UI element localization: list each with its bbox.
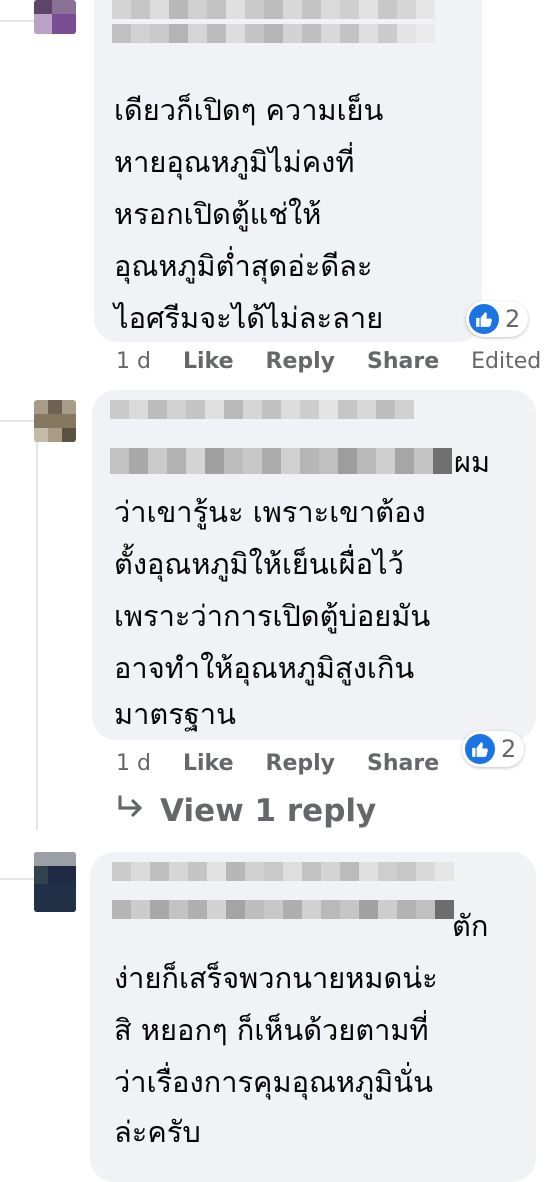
edited-label[interactable]: Edited <box>471 349 541 374</box>
comment-line: อุณหภูมิต่ำสุดอ่ะดีละ <box>114 249 373 283</box>
comment-line: ง่ายก็เสร็จพวกนายหมดน่ะ <box>114 961 438 995</box>
avatar[interactable] <box>34 0 76 34</box>
comment-bubble: เดียวก็เปิดๆ ความเย็น หายอุณหภูมิไม่คงที… <box>94 0 482 342</box>
comment-inline-word: ผม <box>454 445 491 479</box>
thread-line-top <box>0 20 34 22</box>
like-icon <box>469 304 499 334</box>
comment-actions: 1 d Like Reply Share Edited <box>116 349 541 374</box>
view-replies-button[interactable]: View 1 reply <box>116 793 376 829</box>
comment-line: ล่ะครับ <box>114 1115 201 1149</box>
commenter-name-blurred[interactable] <box>112 0 452 48</box>
thread-line-connector <box>0 420 34 422</box>
avatar[interactable] <box>34 400 76 442</box>
reply-button[interactable]: Reply <box>266 349 336 374</box>
comment-actions: 1 d Like Reply Share <box>116 751 471 776</box>
commenter-name-blurred[interactable] <box>110 400 414 438</box>
timestamp[interactable]: 1 d <box>116 349 151 374</box>
reply-button[interactable]: Reply <box>266 751 336 776</box>
reaction-summary[interactable]: 2 <box>462 731 525 767</box>
comment-inline-word: ตัก <box>452 909 489 943</box>
like-button[interactable]: Like <box>183 751 234 776</box>
view-replies-label[interactable]: View 1 reply <box>160 793 376 829</box>
avatar[interactable] <box>34 852 76 912</box>
timestamp[interactable]: 1 d <box>116 751 151 776</box>
comment-line: ตั้งอุณหภูมิให้เย็นเผื่อไว้ <box>114 547 404 581</box>
comment-line: หรอกเปิดตู้แช่ให้ <box>114 197 322 231</box>
comment-line: อาจทำให้อุณหภูมิสูงเกิน <box>114 651 415 685</box>
commenter-name-blurred[interactable] <box>112 862 454 938</box>
comment-line: เพราะว่าการเปิดตู้บ่อยมัน <box>114 599 431 633</box>
thread-line-curve <box>0 878 34 880</box>
commenter-name-blurred-2 <box>110 448 452 474</box>
comment-bubble: ตัก ง่ายก็เสร็จพวกนายหมดน่ะ สิ หยอกๆ ก็เ… <box>90 852 536 1182</box>
share-button[interactable]: Share <box>367 751 439 776</box>
comment-line: ว่าเขารู้นะ เพราะเขาต้อง <box>114 495 426 529</box>
comment-line: ว่าเรื่องการคุมอุณหภูมินั่น <box>114 1065 433 1099</box>
comment-line: มาตรฐาน <box>114 697 236 731</box>
reply-arrow-icon <box>116 793 146 829</box>
reaction-summary[interactable]: 2 <box>466 301 529 337</box>
thread-line-vertical <box>36 440 38 830</box>
share-button[interactable]: Share <box>367 349 439 374</box>
comment-line: หายอุณหภูมิไม่คงที่ <box>114 145 355 179</box>
comment-line: เดียวก็เปิดๆ ความเย็น <box>114 93 384 127</box>
comment-bubble: ผม ว่าเขารู้นะ เพราะเขาต้อง ตั้งอุณหภูมิ… <box>92 390 536 740</box>
like-button[interactable]: Like <box>183 349 234 374</box>
comment-line: สิ หยอกๆ ก็เห็นด้วยตามที่ <box>114 1013 429 1047</box>
comment-line: ไอศรีมจะได้ไม่ละลาย <box>114 301 384 335</box>
reaction-count: 2 <box>501 735 517 763</box>
reaction-count: 2 <box>505 305 521 333</box>
